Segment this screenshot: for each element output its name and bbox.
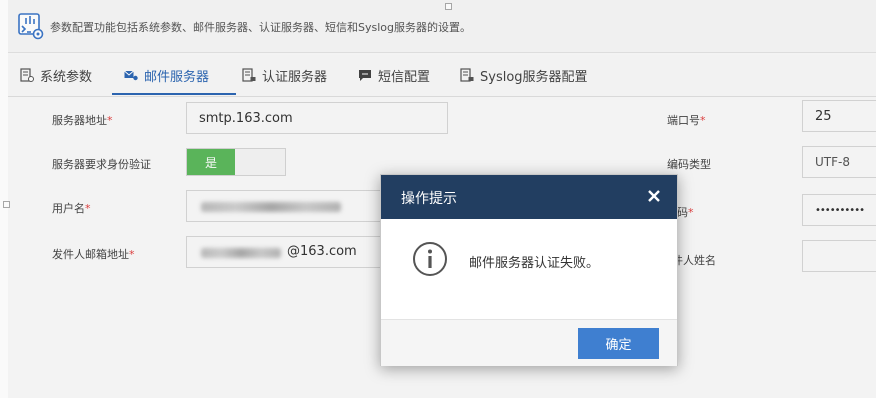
info-icon bbox=[413, 242, 447, 276]
alert-dialog: 操作提示 邮件服务器认证失败。 确定 bbox=[380, 174, 678, 366]
dialog-header: 操作提示 bbox=[381, 175, 677, 219]
ok-button[interactable]: 确定 bbox=[578, 328, 659, 359]
dialog-body: 邮件服务器认证失败。 bbox=[381, 219, 677, 319]
dialog-footer: 确定 bbox=[381, 319, 677, 366]
close-icon[interactable] bbox=[645, 187, 663, 205]
dialog-message: 邮件服务器认证失败。 bbox=[469, 256, 600, 271]
dialog-title: 操作提示 bbox=[401, 191, 457, 207]
